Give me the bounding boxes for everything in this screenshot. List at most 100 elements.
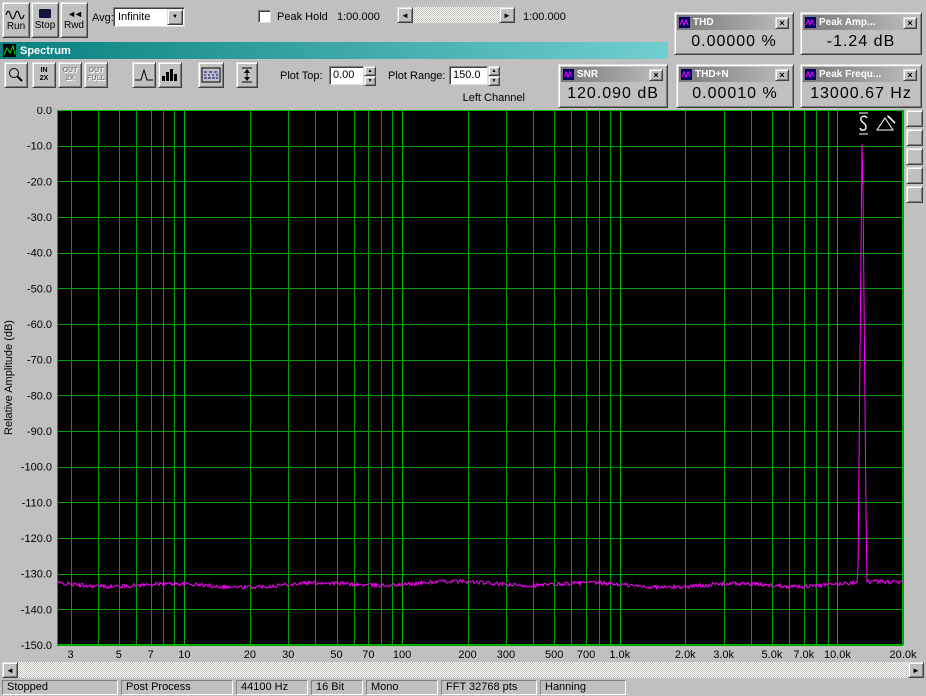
svg-text:0.0: 0.0 [37, 107, 52, 117]
status-sample-rate: 44100 Hz [236, 680, 308, 695]
spectrum-analyzer-app: Run Stop ◄◄ Rwd Avg: Infinite ▼ Peak Hol… [0, 0, 926, 696]
bar-chart-icon [160, 67, 180, 83]
peak-freq-value: 13000.67 Hz [810, 85, 912, 102]
spectrum-window-titlebar[interactable]: Spectrum [0, 42, 668, 59]
svg-text:-50.0: -50.0 [27, 283, 52, 295]
avg-selected-value: Infinite [118, 11, 151, 23]
peak-curve-icon [134, 67, 154, 83]
stop-label: Stop [34, 20, 56, 31]
thdn-close-button[interactable]: × [775, 68, 789, 81]
avg-label: Avg: [92, 12, 114, 24]
spectrum-window-icon [3, 44, 16, 57]
meter-waveform-icon [681, 69, 692, 80]
bar-view-button[interactable] [158, 62, 182, 88]
side-toolbar-button-5[interactable] [906, 186, 923, 203]
zoom-in-2x-button[interactable]: IN 2X [32, 62, 56, 88]
svg-text:-80.0: -80.0 [27, 390, 52, 402]
side-toolbar-button-2[interactable] [906, 129, 923, 146]
peak-freq-close-button[interactable]: × [903, 68, 917, 81]
plot-range-input[interactable]: 150.0 [449, 66, 488, 85]
zoom-out-2x-button[interactable]: OUT 2X [58, 62, 82, 88]
plot-range-spinner[interactable]: ▲ ▼ [488, 66, 500, 86]
peak-amp-close-button[interactable]: × [903, 16, 917, 29]
status-channel-mode: Mono [366, 680, 438, 695]
svg-text:-90.0: -90.0 [27, 426, 52, 438]
peak-hold-checkbox[interactable] [258, 10, 271, 23]
plot-range-label: Plot Range: [388, 70, 446, 82]
thd-meter-titlebar[interactable]: THD × [677, 15, 791, 30]
svg-text:-140.0: -140.0 [21, 604, 52, 616]
peak-curve-view-button[interactable] [132, 62, 156, 88]
hscroll-left-button[interactable]: ◄ [2, 662, 18, 678]
plot-overlay-pencil-triangle-icon[interactable] [874, 113, 897, 134]
svg-text:-110.0: -110.0 [22, 497, 52, 509]
side-toolbar-button-4[interactable] [906, 167, 923, 184]
time-elapsed: 1:00.000 [337, 11, 380, 23]
thdn-meter-title: THD+N [695, 69, 729, 80]
snr-close-button[interactable]: × [649, 68, 663, 81]
zoom-out-2x-label-top: OUT [62, 67, 78, 74]
hscroll-track[interactable] [18, 662, 908, 678]
plot-top-spin-up[interactable]: ▲ [364, 66, 376, 76]
time-scroll-right-button[interactable]: ► [499, 7, 515, 23]
stop-button[interactable]: Stop [31, 2, 59, 38]
peak-amp-value: -1.24 dB [826, 33, 896, 50]
plot-overlay-s-marker-icon[interactable] [856, 111, 871, 136]
peak-freq-meter-titlebar[interactable]: Peak Frequ... × [803, 67, 919, 82]
spectrum-chart-canvas[interactable]: 0.0 -10.0 -20.0 -30.0 -40.0 -50.0 -60.0 -70.0 -8… [0, 107, 926, 661]
side-toolbar-button-3[interactable] [906, 148, 923, 165]
meter-waveform-icon [679, 17, 690, 28]
avg-dropdown-arrow[interactable]: ▼ [167, 9, 183, 25]
plot-top-spinner[interactable]: ▲ ▼ [364, 66, 376, 86]
svg-text:10.0k: 10.0k [824, 649, 851, 661]
rewind-label: Rwd [63, 20, 84, 31]
snr-value: 120.090 dB [567, 85, 659, 102]
zoom-in-2x-label-bottom: 2X [39, 75, 49, 82]
run-button[interactable]: Run [2, 2, 30, 38]
avg-select[interactable]: Infinite ▼ [113, 7, 185, 27]
zoom-out-full-label-top: OUT [88, 67, 104, 74]
zoom-button[interactable] [4, 62, 28, 88]
meter-waveform-icon [805, 69, 816, 80]
svg-text:3: 3 [67, 649, 73, 661]
thd-value: 0.00000 % [691, 33, 777, 50]
status-mode: Post Process [121, 680, 233, 695]
peak-amp-meter-title: Peak Amp... [819, 17, 876, 28]
svg-text:-120.0: -120.0 [21, 533, 52, 545]
rewind-button[interactable]: ◄◄ Rwd [60, 2, 88, 38]
zoom-in-2x-label-top: IN [40, 67, 48, 74]
meter-waveform-icon [563, 69, 574, 80]
rewind-icon: ◄◄ [67, 9, 83, 19]
peak-amp-meter-titlebar[interactable]: Peak Amp... × [803, 15, 919, 30]
svg-text:Relative Amplitude (dB): Relative Amplitude (dB) [3, 320, 15, 435]
status-run-state: Stopped [2, 680, 118, 695]
svg-text:-100.0: -100.0 [21, 462, 52, 474]
svg-text:-10.0: -10.0 [27, 141, 52, 153]
svg-text:70: 70 [362, 649, 374, 661]
vertical-fit-button[interactable] [236, 62, 258, 88]
zoom-out-full-button[interactable]: OUT FULL [84, 62, 108, 88]
plot-top-spin-down[interactable]: ▼ [364, 76, 376, 86]
plot-range-spin-down[interactable]: ▼ [488, 76, 500, 86]
thdn-meter-titlebar[interactable]: THD+N × [679, 67, 791, 82]
thdn-value: 0.00010 % [692, 85, 778, 102]
spectrum-plot[interactable]: 0.0 -10.0 -20.0 -30.0 -40.0 -50.0 -60.0 -70.0 -8… [0, 107, 926, 661]
meter-waveform-icon [805, 17, 816, 28]
svg-text:10: 10 [178, 649, 190, 661]
plot-range-spin-up[interactable]: ▲ [488, 66, 500, 76]
time-scroll-left-button[interactable]: ◄ [397, 7, 413, 23]
peak-hold-label: Peak Hold [277, 11, 328, 23]
spectrogram-view-button[interactable] [198, 62, 224, 88]
svg-text:7: 7 [148, 649, 154, 661]
peak-freq-meter-window: Peak Frequ... × 13000.67 Hz [800, 64, 922, 108]
svg-text:-70.0: -70.0 [27, 355, 52, 367]
thd-close-button[interactable]: × [775, 16, 789, 29]
side-toolbar-button-1[interactable] [906, 110, 923, 127]
time-scrollbar-track[interactable] [413, 7, 499, 23]
plot-top-input[interactable]: 0.00 [329, 66, 364, 85]
thd-meter-window: THD × 0.00000 % [674, 12, 794, 55]
svg-text:-60.0: -60.0 [27, 319, 52, 331]
snr-meter-titlebar[interactable]: SNR × [561, 67, 665, 82]
peak-amp-meter-window: Peak Amp... × -1.24 dB [800, 12, 922, 55]
hscroll-right-button[interactable]: ► [908, 662, 924, 678]
